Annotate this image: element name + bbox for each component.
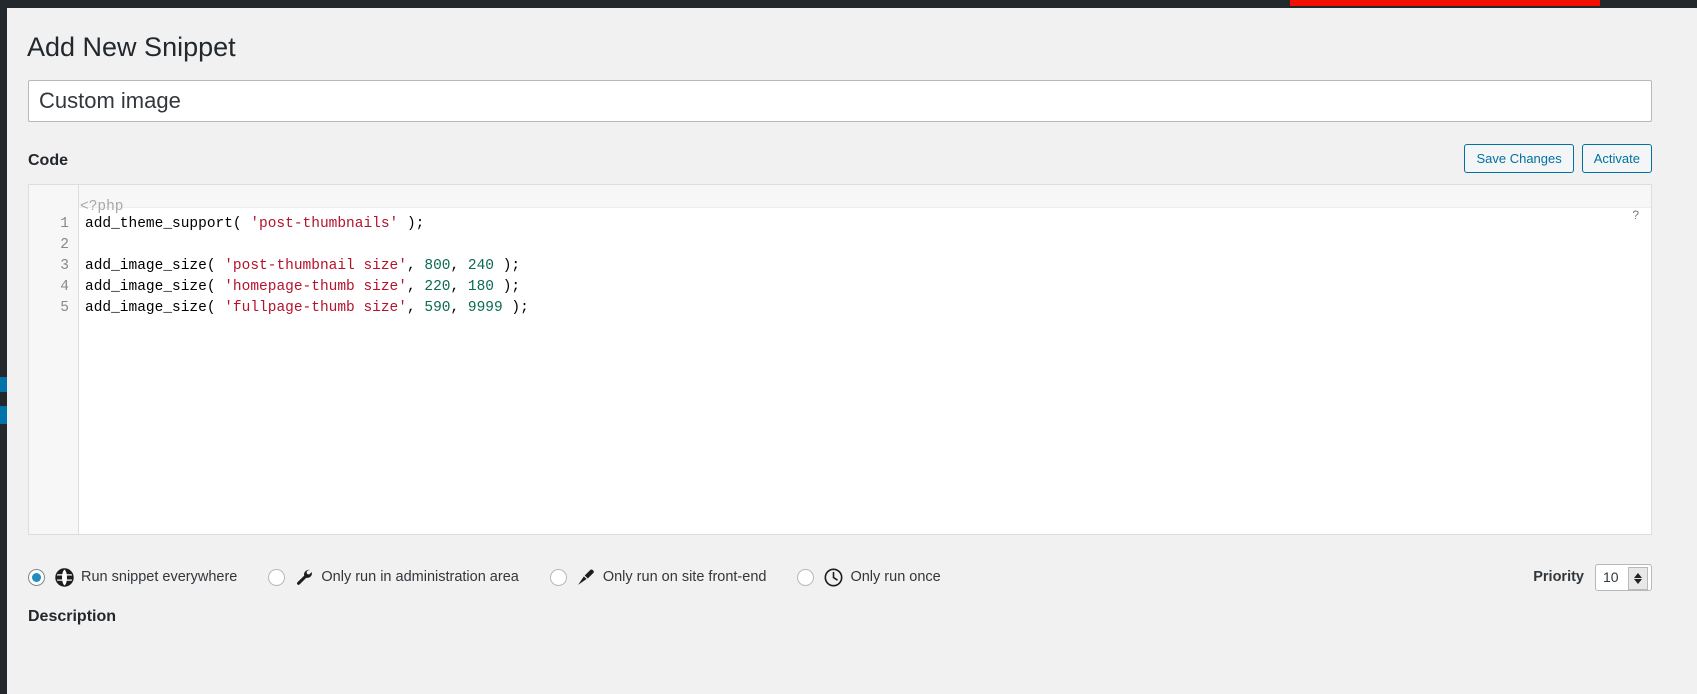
scope-option-label: Run snippet everywhere <box>81 569 238 585</box>
code-line[interactable]: 2 <box>29 235 1651 256</box>
editor-action-buttons: Save Changes Activate <box>1464 144 1652 173</box>
admin-menu-strip[interactable] <box>0 8 7 694</box>
code-token-num: 800 <box>424 258 451 274</box>
admin-menu-highlight-secondary[interactable] <box>0 406 7 424</box>
priority-label: Priority <box>1533 569 1584 585</box>
code-token-pun: add_theme_support( <box>85 216 251 232</box>
scope-radio-3[interactable] <box>797 568 815 586</box>
admin-bar-highlight <box>1290 0 1600 6</box>
code-token-num: 590 <box>424 300 451 316</box>
line-content: add_image_size( 'fullpage-thumb size', 5… <box>85 298 529 319</box>
line-number: 4 <box>60 279 69 295</box>
code-token-pun: add_image_size( <box>85 258 225 274</box>
stepper-down-icon[interactable] <box>1634 578 1642 584</box>
line-number: 1 <box>60 216 69 232</box>
paintbrush-icon <box>576 567 596 587</box>
code-token-pun: , <box>450 258 468 274</box>
scope-radio-2[interactable] <box>549 568 567 586</box>
code-token-str: 'post-thumbnail size' <box>224 258 407 274</box>
priority-stepper-arrows[interactable] <box>1628 566 1648 590</box>
page-wrap: Add New Snippet Code Save Changes Activa… <box>7 8 1697 694</box>
globe-icon <box>54 567 74 587</box>
line-content: add_image_size( 'homepage-thumb size', 2… <box>85 277 520 298</box>
line-number: 3 <box>60 258 69 274</box>
code-token-pun: , <box>406 258 425 274</box>
code-editor[interactable]: <?php ? 1 add_theme_support( 'post-thumbn… <box>28 184 1652 535</box>
editor-first-line-band <box>29 185 1651 208</box>
code-token-num: 220 <box>424 279 451 295</box>
code-token-pun: ); <box>502 300 529 316</box>
code-token-num: 9999 <box>467 300 503 316</box>
line-content: add_image_size( 'post-thumbnail size', 8… <box>85 256 520 277</box>
code-token-pun: , <box>450 279 468 295</box>
stepper-up-icon[interactable] <box>1634 572 1642 578</box>
priority-stepper[interactable]: 10 <box>1595 563 1652 591</box>
admin-bar <box>0 0 1697 8</box>
snippet-title-input[interactable] <box>28 80 1652 122</box>
code-token-pun: add_image_size( <box>85 279 225 295</box>
scope-option-2[interactable]: Only run on site front-end <box>549 567 767 587</box>
activate-button[interactable]: Activate <box>1581 144 1652 173</box>
php-open-tag: <?php <box>80 199 124 215</box>
code-token-str: 'homepage-thumb size' <box>224 279 407 295</box>
scope-option-label: Only run in administration area <box>321 569 519 585</box>
code-token-str: 'fullpage-thumb size' <box>224 300 407 316</box>
scope-option-1[interactable]: Only run in administration area <box>268 567 519 587</box>
code-token-pun: , <box>406 300 425 316</box>
save-changes-button[interactable]: Save Changes <box>1464 144 1574 173</box>
code-token-num: 240 <box>467 258 494 274</box>
code-token-pun: ); <box>494 258 521 274</box>
scope-option-label: Only run once <box>850 569 941 585</box>
code-token-pun: add_image_size( <box>85 300 225 316</box>
code-token-pun: , <box>450 300 468 316</box>
code-token-pun: ); <box>398 216 425 232</box>
admin-menu-highlight-primary[interactable] <box>0 377 7 392</box>
scope-option-0[interactable]: Run snippet everywhere <box>28 567 237 587</box>
scope-option-label: Only run on site front-end <box>602 569 767 585</box>
code-section-label: Code <box>28 152 68 169</box>
priority-value: 10 <box>1603 569 1619 585</box>
scope-options-row: Run snippet everywhere Only run in admini… <box>28 560 1652 594</box>
scope-radio-0[interactable] <box>28 568 45 586</box>
code-lines[interactable]: 1 add_theme_support( 'post-thumbnails' );… <box>29 214 1651 319</box>
code-line[interactable]: 3 add_image_size( 'post-thumbnail size', … <box>29 256 1651 277</box>
scope-option-3[interactable]: Only run once <box>797 567 941 587</box>
code-token-pun: , <box>406 279 425 295</box>
line-number: 5 <box>60 300 69 316</box>
wrench-icon <box>294 567 314 587</box>
page-title: Add New Snippet <box>27 32 236 62</box>
priority-control: Priority 10 <box>1533 560 1652 594</box>
description-section-label: Description <box>28 608 117 625</box>
code-line[interactable]: 4 add_image_size( 'homepage-thumb size', … <box>29 277 1651 298</box>
scope-radio-1[interactable] <box>268 568 286 586</box>
code-token-pun: ); <box>494 279 521 295</box>
code-line[interactable]: 1 add_theme_support( 'post-thumbnails' ); <box>29 214 1651 235</box>
clock-icon <box>823 567 843 587</box>
code-line[interactable]: 5 add_image_size( 'fullpage-thumb size', … <box>29 298 1651 319</box>
code-token-str: 'post-thumbnails' <box>250 216 399 232</box>
line-content: add_theme_support( 'post-thumbnails' ); <box>85 214 424 235</box>
code-token-num: 180 <box>467 279 494 295</box>
line-number: 2 <box>60 237 69 253</box>
